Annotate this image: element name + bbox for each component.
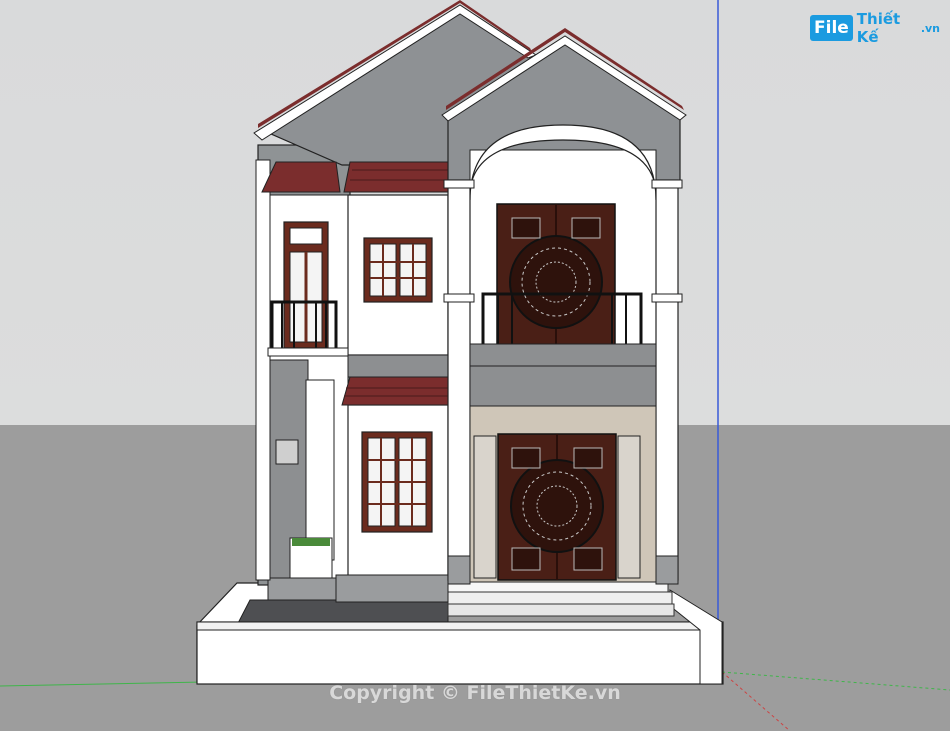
upper-main-door <box>496 203 616 347</box>
annex-opening <box>305 379 335 561</box>
logo-suffix: .vn <box>920 21 940 35</box>
copyright-watermark: Copyright © FileThietKe.vn <box>329 682 621 704</box>
middle-upper-window <box>363 237 433 303</box>
sketchup-viewport[interactable]: File Thiết Kế .vn Copyright © FileThietK… <box>0 0 950 731</box>
middle-lower-window <box>361 431 433 533</box>
middle-wall-band <box>347 354 449 378</box>
annex-planter-grass <box>292 538 330 546</box>
roof-middle-upper <box>343 161 449 193</box>
left-column-stone-base <box>447 555 471 585</box>
entry-step-3 <box>447 603 675 617</box>
lower-main-door <box>497 433 617 581</box>
house-model <box>0 0 950 731</box>
roof-middle-lower <box>341 376 449 406</box>
entry-right-glass <box>617 435 641 579</box>
entry-step-2 <box>447 591 673 605</box>
podium-ledge <box>196 621 724 631</box>
logo-badge: File <box>810 15 853 41</box>
podium-front <box>196 621 724 685</box>
annex-vent <box>275 439 299 465</box>
site-logo[interactable]: File Thiết Kế .vn <box>810 10 940 46</box>
roof-left-upper <box>261 161 341 193</box>
axis-red-dashed-line <box>721 671 791 731</box>
front-left-column <box>447 179 471 581</box>
middle-stone-base <box>335 574 449 603</box>
axis-green-dashed-line <box>721 671 950 691</box>
right-column-stone-base <box>655 555 679 585</box>
left-pilaster <box>255 159 271 581</box>
front-right-column <box>655 179 679 581</box>
entry-left-glass <box>473 435 497 579</box>
upper-balcony-slab <box>469 343 657 367</box>
logo-name: Thiết Kế <box>856 10 901 46</box>
